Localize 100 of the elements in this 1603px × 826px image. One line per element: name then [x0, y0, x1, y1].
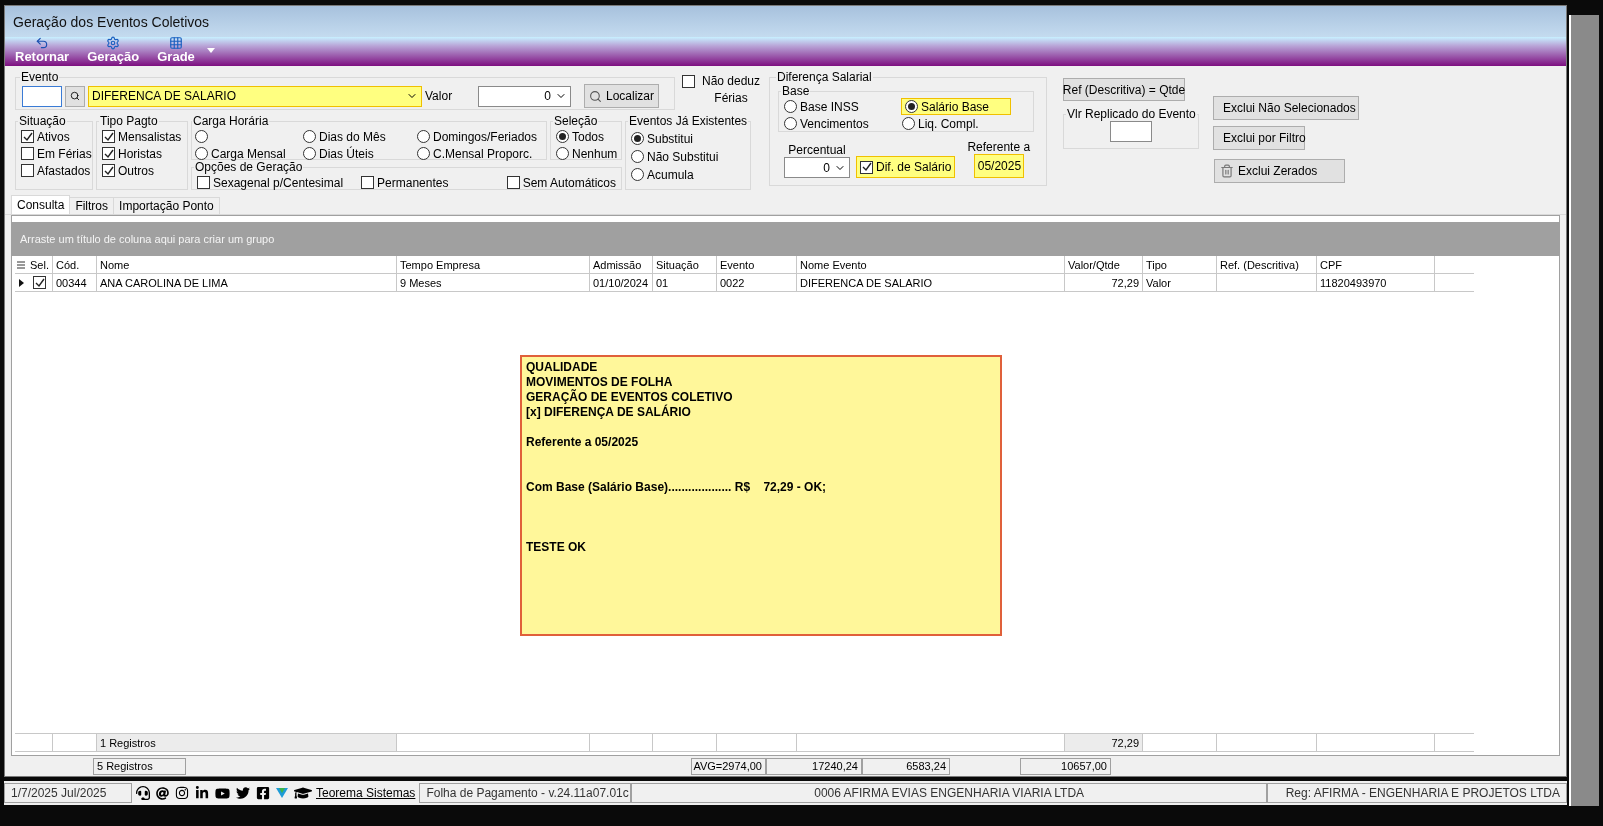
note-text: Referente a 05/2025	[526, 435, 640, 450]
checkbox[interactable]: Afastados	[20, 162, 88, 179]
radio-button[interactable]: C.Mensal Proporc.	[416, 145, 538, 162]
radio-button[interactable]: Vencimentos	[783, 115, 901, 132]
column-header[interactable]: Tipo	[1143, 256, 1217, 273]
summary-value: 17240,24	[766, 757, 862, 775]
radio-button[interactable]: Nenhum	[555, 145, 617, 162]
checkbox[interactable]: Não deduz Férias	[681, 74, 765, 110]
facebook-icon[interactable]	[256, 786, 270, 800]
note-text: QUALIDADE	[526, 360, 599, 375]
radio-button[interactable]	[195, 130, 208, 143]
record-count: 1 Registros	[97, 734, 397, 751]
valor-dropdown[interactable]: 0	[478, 85, 571, 107]
group-by-hint: Arraste um título de coluna aqui para criar um grupo	[12, 222, 1559, 256]
radio-button[interactable]: Liq. Compl.	[901, 115, 1011, 132]
checkbox[interactable]: Dif. de Salário	[856, 156, 956, 178]
checkbox[interactable]: Sexagenal p/Centesimal	[196, 174, 345, 191]
linkedin-icon[interactable]	[195, 786, 209, 800]
summary-value: 10657,00	[1020, 757, 1111, 775]
table-cell: 11820493970	[1317, 274, 1435, 291]
checkbox[interactable]: Sem Automáticos	[505, 174, 617, 191]
column-chooser-icon[interactable]	[17, 260, 25, 269]
percentual-label: Percentual	[788, 143, 846, 157]
group-title: Carga Horária	[192, 114, 270, 128]
column-header[interactable]: Nome Evento	[797, 256, 1065, 273]
code-field[interactable]	[22, 85, 62, 107]
table-cell: ANA CAROLINA DE LIMA	[97, 274, 397, 291]
column-header[interactable]: Sel.	[27, 256, 53, 273]
radio-button[interactable]: Substitui	[630, 130, 746, 147]
radio-button[interactable]: Todos	[555, 128, 617, 145]
delete-button[interactable]: Exclui por Filtro	[1213, 126, 1305, 150]
headset-icon[interactable]	[136, 786, 150, 800]
delete-button[interactable]: Exclui Zerados	[1214, 159, 1345, 183]
vlr-replicado-field[interactable]	[1110, 121, 1152, 142]
table-cell: 0022	[717, 274, 797, 291]
table-cell: 9 Meses	[397, 274, 590, 291]
localizar-button[interactable]: Localizar	[584, 84, 659, 108]
referente-field[interactable]: 05/2025	[973, 154, 1024, 178]
checkmark-icon	[103, 165, 114, 176]
column-header[interactable]: Evento	[717, 256, 797, 273]
company-name: 0006 AFIRMA EVIAS ENGENHARIA VIARIA LTDA	[631, 783, 1267, 803]
registration-info: Reg: AFIRMA - ENGENHARIA E PROJETOS LTDA	[1267, 783, 1567, 803]
radio-button[interactable]: Dias Úteis	[302, 145, 416, 162]
radio-button[interactable]: Salário Base	[901, 98, 1011, 115]
radio-button[interactable]: Carga Mensal	[194, 145, 302, 162]
company-link[interactable]: Teorema Sistemas	[316, 786, 416, 800]
column-header[interactable]: CPF	[1317, 256, 1435, 273]
note-text: MOVIMENTOS DE FOLHA	[526, 375, 674, 389]
group-title: Vlr Replicado do Evento	[1066, 107, 1197, 121]
ref-descritiva-button[interactable]: Ref (Descritiva) = Qtde	[1063, 78, 1185, 101]
event-dropdown[interactable]: DIFERENCA DE SALARIO	[88, 85, 422, 107]
logo-icon	[276, 788, 288, 798]
referente-label: Referente a	[967, 140, 1031, 154]
toolbar-button[interactable]: Geração	[87, 36, 140, 64]
column-header[interactable]: Cód.	[53, 256, 97, 273]
group-title: Eventos Já Existentes	[628, 114, 749, 128]
group-title: Tipo Pagto	[99, 114, 159, 128]
twitter-icon[interactable]	[236, 786, 250, 800]
table-cell: 00344	[53, 274, 97, 291]
checkbox[interactable]: Outros	[101, 162, 183, 179]
app-version: Folha de Pagamento - v.24.11a07.01c	[419, 783, 632, 803]
delete-button[interactable]: Exclui Não Selecionados	[1213, 96, 1359, 120]
column-header[interactable]: Situação	[653, 256, 717, 273]
checkmark-icon	[861, 162, 872, 172]
undo-icon	[35, 36, 50, 50]
checkbox[interactable]: Horistas	[101, 145, 183, 162]
column-header[interactable]: Tempo Empresa	[397, 256, 590, 273]
summary-value: 5 Registros	[93, 757, 186, 775]
column-header[interactable]: Ref. (Descritiva)	[1217, 256, 1317, 273]
group-title: Base	[781, 84, 811, 98]
group-title: Opções de Geração	[194, 160, 304, 174]
toolbar-button[interactable]: Retornar	[15, 36, 70, 64]
radio-button[interactable]: Não Substitui	[630, 148, 746, 165]
checkbox[interactable]: Mensalistas	[101, 128, 183, 145]
checkbox[interactable]: Ativos	[20, 128, 88, 145]
valor-label: Valor	[425, 89, 454, 103]
column-header[interactable]: Admissão	[590, 256, 653, 273]
checkbox[interactable]: Permanentes	[360, 174, 450, 191]
grid-icon	[169, 36, 183, 50]
gear-icon	[106, 36, 121, 50]
table-cell: 01	[653, 274, 717, 291]
radio-button[interactable]: Dias do Mês	[302, 128, 416, 145]
column-header[interactable]: Nome	[97, 256, 397, 273]
percentual-dropdown[interactable]: 0	[784, 157, 850, 178]
instagram-icon[interactable]	[175, 786, 189, 800]
total-value: 72,29	[1065, 734, 1143, 751]
at-icon[interactable]	[156, 786, 169, 800]
toolbar-button[interactable]: Grade	[157, 36, 195, 64]
note-text: GERAÇÃO DE EVENTOS COLETIVO	[526, 390, 734, 404]
table-cell: DIFERENCA DE SALARIO	[797, 274, 1065, 291]
tab[interactable]: Importação Ponto	[113, 197, 220, 214]
checkbox[interactable]	[33, 276, 46, 289]
tab[interactable]: Consulta	[11, 195, 71, 214]
column-header[interactable]: Valor/Qtde	[1065, 256, 1143, 273]
radio-button[interactable]: Base INSS	[783, 98, 901, 115]
radio-button[interactable]: Acumula	[630, 166, 746, 183]
search-button[interactable]	[65, 85, 85, 107]
dropdown-caret-icon[interactable]	[206, 48, 215, 53]
radio-button[interactable]: Domingos/Feriados	[416, 128, 538, 145]
group-title: Seleção	[553, 114, 599, 128]
